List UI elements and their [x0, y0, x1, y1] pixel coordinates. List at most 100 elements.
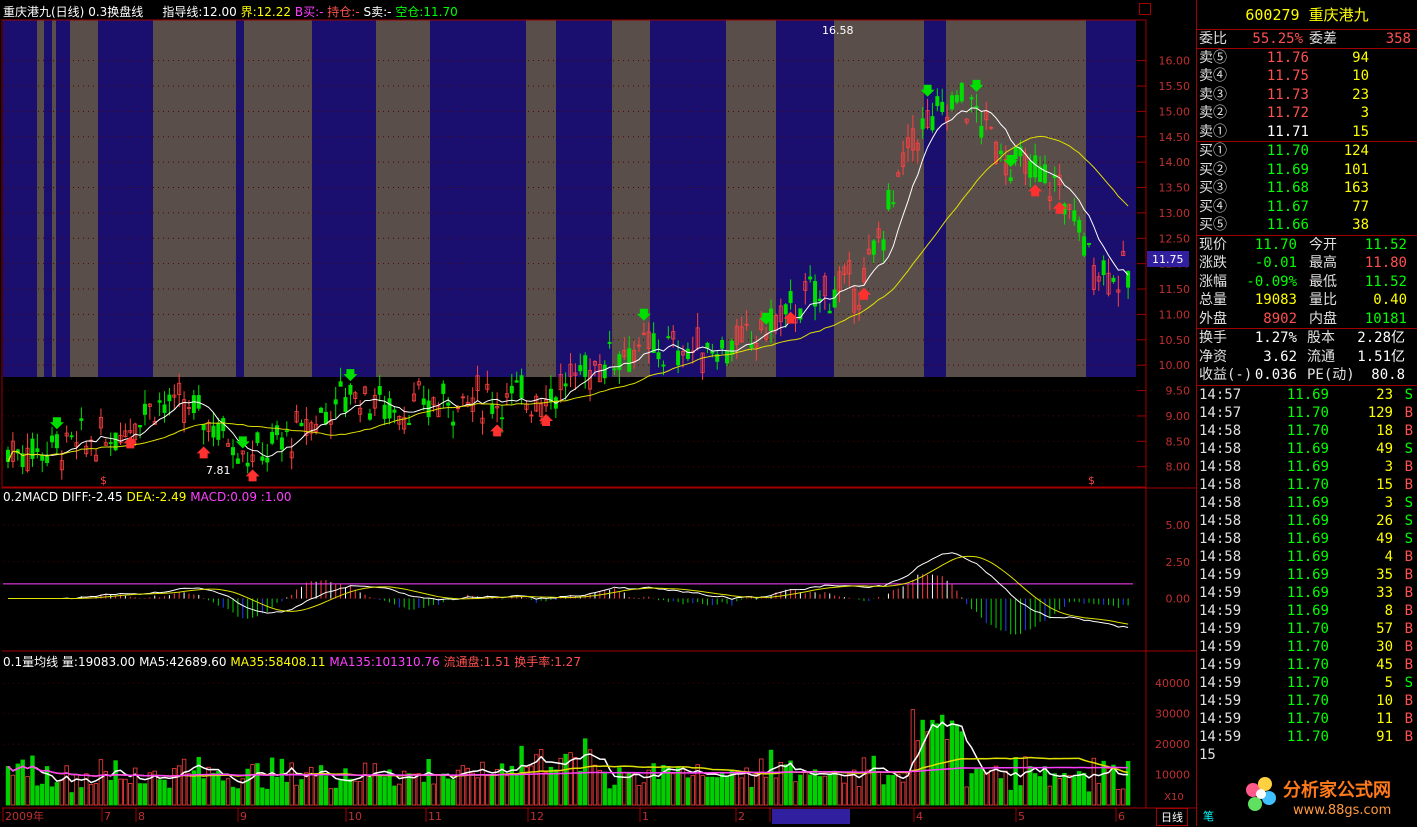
- volume-bar: [597, 769, 603, 806]
- volume-bar: [323, 775, 329, 806]
- tick-time: 14:58: [1199, 476, 1242, 493]
- volume-bar: [49, 786, 55, 806]
- volume-bar: [357, 780, 363, 806]
- tick-time: 14:57: [1199, 386, 1242, 403]
- candle-body: [387, 398, 392, 419]
- volume-bar: [817, 776, 823, 806]
- candle-body: [1028, 160, 1033, 178]
- volume-bar: [832, 770, 837, 806]
- dollar-marker: $: [1088, 474, 1095, 487]
- ask-row[interactable]: 卖② 11.72 3: [1197, 104, 1417, 123]
- volume-bar: [64, 765, 69, 806]
- volume-bar: [490, 774, 495, 806]
- volume-bar: [10, 774, 16, 806]
- candle-body: [607, 342, 612, 344]
- tick-price: 11.69: [1286, 512, 1329, 529]
- tick-side: B: [1404, 476, 1413, 493]
- stat-label: 涨幅: [1199, 273, 1227, 290]
- tick-time: 14:59: [1199, 710, 1242, 727]
- pen-tab[interactable]: 笔: [1199, 808, 1218, 826]
- volume-bar: [1023, 756, 1028, 806]
- x-axis-label: 10: [348, 810, 362, 823]
- webi-label: 委比: [1199, 31, 1227, 47]
- ask-row[interactable]: 卖⑤ 11.76 94: [1197, 49, 1417, 68]
- bid-row[interactable]: 买② 11.69 101: [1197, 161, 1417, 180]
- volume-bar: [724, 776, 730, 806]
- candle-body: [157, 400, 162, 403]
- volume-bar: [822, 775, 828, 806]
- close-panel-button[interactable]: [1139, 3, 1151, 15]
- volume-bar: [436, 774, 441, 806]
- bid-row[interactable]: 买① 11.70 124: [1197, 142, 1417, 161]
- price-stats: 现价 11.70 今开 11.52 涨跌 -0.01 最高 11.80 涨幅 -0.09% 最低 11…: [1197, 236, 1417, 329]
- x-axis-label: 11: [428, 810, 442, 823]
- ask-volume: 3: [1360, 105, 1369, 121]
- fund-value: 1.51亿: [1357, 348, 1405, 365]
- volume-bar: [411, 773, 417, 806]
- ask-row[interactable]: 卖① 11.71 15: [1197, 123, 1417, 142]
- ask-row[interactable]: 卖③ 11.73 23: [1197, 86, 1417, 105]
- volume-bar: [485, 775, 490, 806]
- guide-value: 指导线:12.00: [162, 5, 237, 19]
- volume-bar: [641, 782, 647, 806]
- volume-bar: [783, 764, 788, 806]
- volume-bar: [137, 783, 143, 806]
- tick-time: 14:59: [1199, 674, 1242, 691]
- main-header: 重庆港九(日线) 0.3换盘线 指导线:12.00 界:12.22 B买:- 持…: [3, 3, 458, 20]
- volume-bar: [382, 776, 387, 806]
- candle-body: [50, 435, 55, 443]
- tick-list[interactable]: 14:57 11.69 23 S 14:57 11.70 129 B 14:58 11.70 18 B…: [1197, 386, 1417, 764]
- bid-row[interactable]: 买⑤ 11.66 38: [1197, 216, 1417, 235]
- bid-row[interactable]: 买③ 11.68 163: [1197, 179, 1417, 198]
- volume-bar: [881, 784, 886, 806]
- tick-volume: 26: [1376, 512, 1393, 529]
- bid-book: 买① 11.70 124 买② 11.69 101 买③ 11.68 163 买④ 11.67 77 买…: [1197, 142, 1417, 236]
- volume-bar: [40, 783, 45, 806]
- vol-turnover: 换手率:1.27: [514, 655, 581, 669]
- volume-bar: [59, 779, 65, 806]
- candle-body: [216, 422, 221, 440]
- candle-body: [490, 403, 495, 414]
- candle-body: [954, 94, 959, 103]
- tick-time: 14:58: [1199, 530, 1242, 547]
- candle-body: [421, 398, 426, 405]
- volume-bar: [328, 788, 334, 806]
- buy-arrow-icon: [196, 446, 211, 459]
- volume-bar: [1067, 775, 1072, 806]
- tick-side: B: [1404, 620, 1413, 637]
- price-tick-label: 11.00: [1159, 308, 1191, 321]
- tick-row: 14:58 11.69 4 B: [1197, 548, 1417, 566]
- webi-row: 委比 55.25% 委差 358: [1197, 30, 1417, 49]
- price-tick-label: 15.00: [1159, 105, 1191, 118]
- volume-bar: [861, 757, 867, 806]
- fund-value: 2.28亿: [1357, 330, 1405, 346]
- volume-bar: [255, 763, 260, 806]
- volume-bar: [93, 783, 99, 806]
- volume-bar: [44, 766, 50, 806]
- volume-bar: [734, 771, 740, 806]
- tick-time: 14:59: [1199, 638, 1242, 655]
- fund-row: 收益(-) 0.036 PE(动) 80.8: [1197, 366, 1417, 385]
- candle-body: [563, 383, 568, 387]
- bid-volume: 101: [1343, 161, 1369, 178]
- tick-volume: 129: [1367, 404, 1393, 421]
- candle-body: [886, 189, 891, 210]
- kline-chart[interactable]: 16.0015.5015.0014.5014.0013.5013.0012.50…: [0, 0, 1196, 826]
- ask-volume: 15: [1352, 123, 1369, 140]
- volume-bar: [763, 776, 769, 806]
- bid-row[interactable]: 买④ 11.67 77: [1197, 198, 1417, 217]
- candle-body: [725, 350, 730, 364]
- volume-bar: [235, 788, 241, 806]
- tick-volume: 4: [1384, 548, 1393, 565]
- tick-time: 14:58: [1199, 440, 1242, 457]
- volume-bar: [5, 766, 11, 806]
- volume-bar: [1032, 773, 1038, 806]
- chart-area[interactable]: 16.00 15.50 15.00 14.50 14.00 13.50 13.00 12.50…: [0, 0, 1196, 826]
- candle-body: [377, 386, 382, 395]
- volume-bar: [910, 709, 916, 806]
- volume-bar: [778, 762, 784, 806]
- ask-row[interactable]: 卖④ 11.75 10: [1197, 67, 1417, 86]
- period-tab[interactable]: 日线: [1156, 808, 1188, 826]
- candle-body: [602, 364, 607, 379]
- tick-volume: 5: [1384, 674, 1393, 691]
